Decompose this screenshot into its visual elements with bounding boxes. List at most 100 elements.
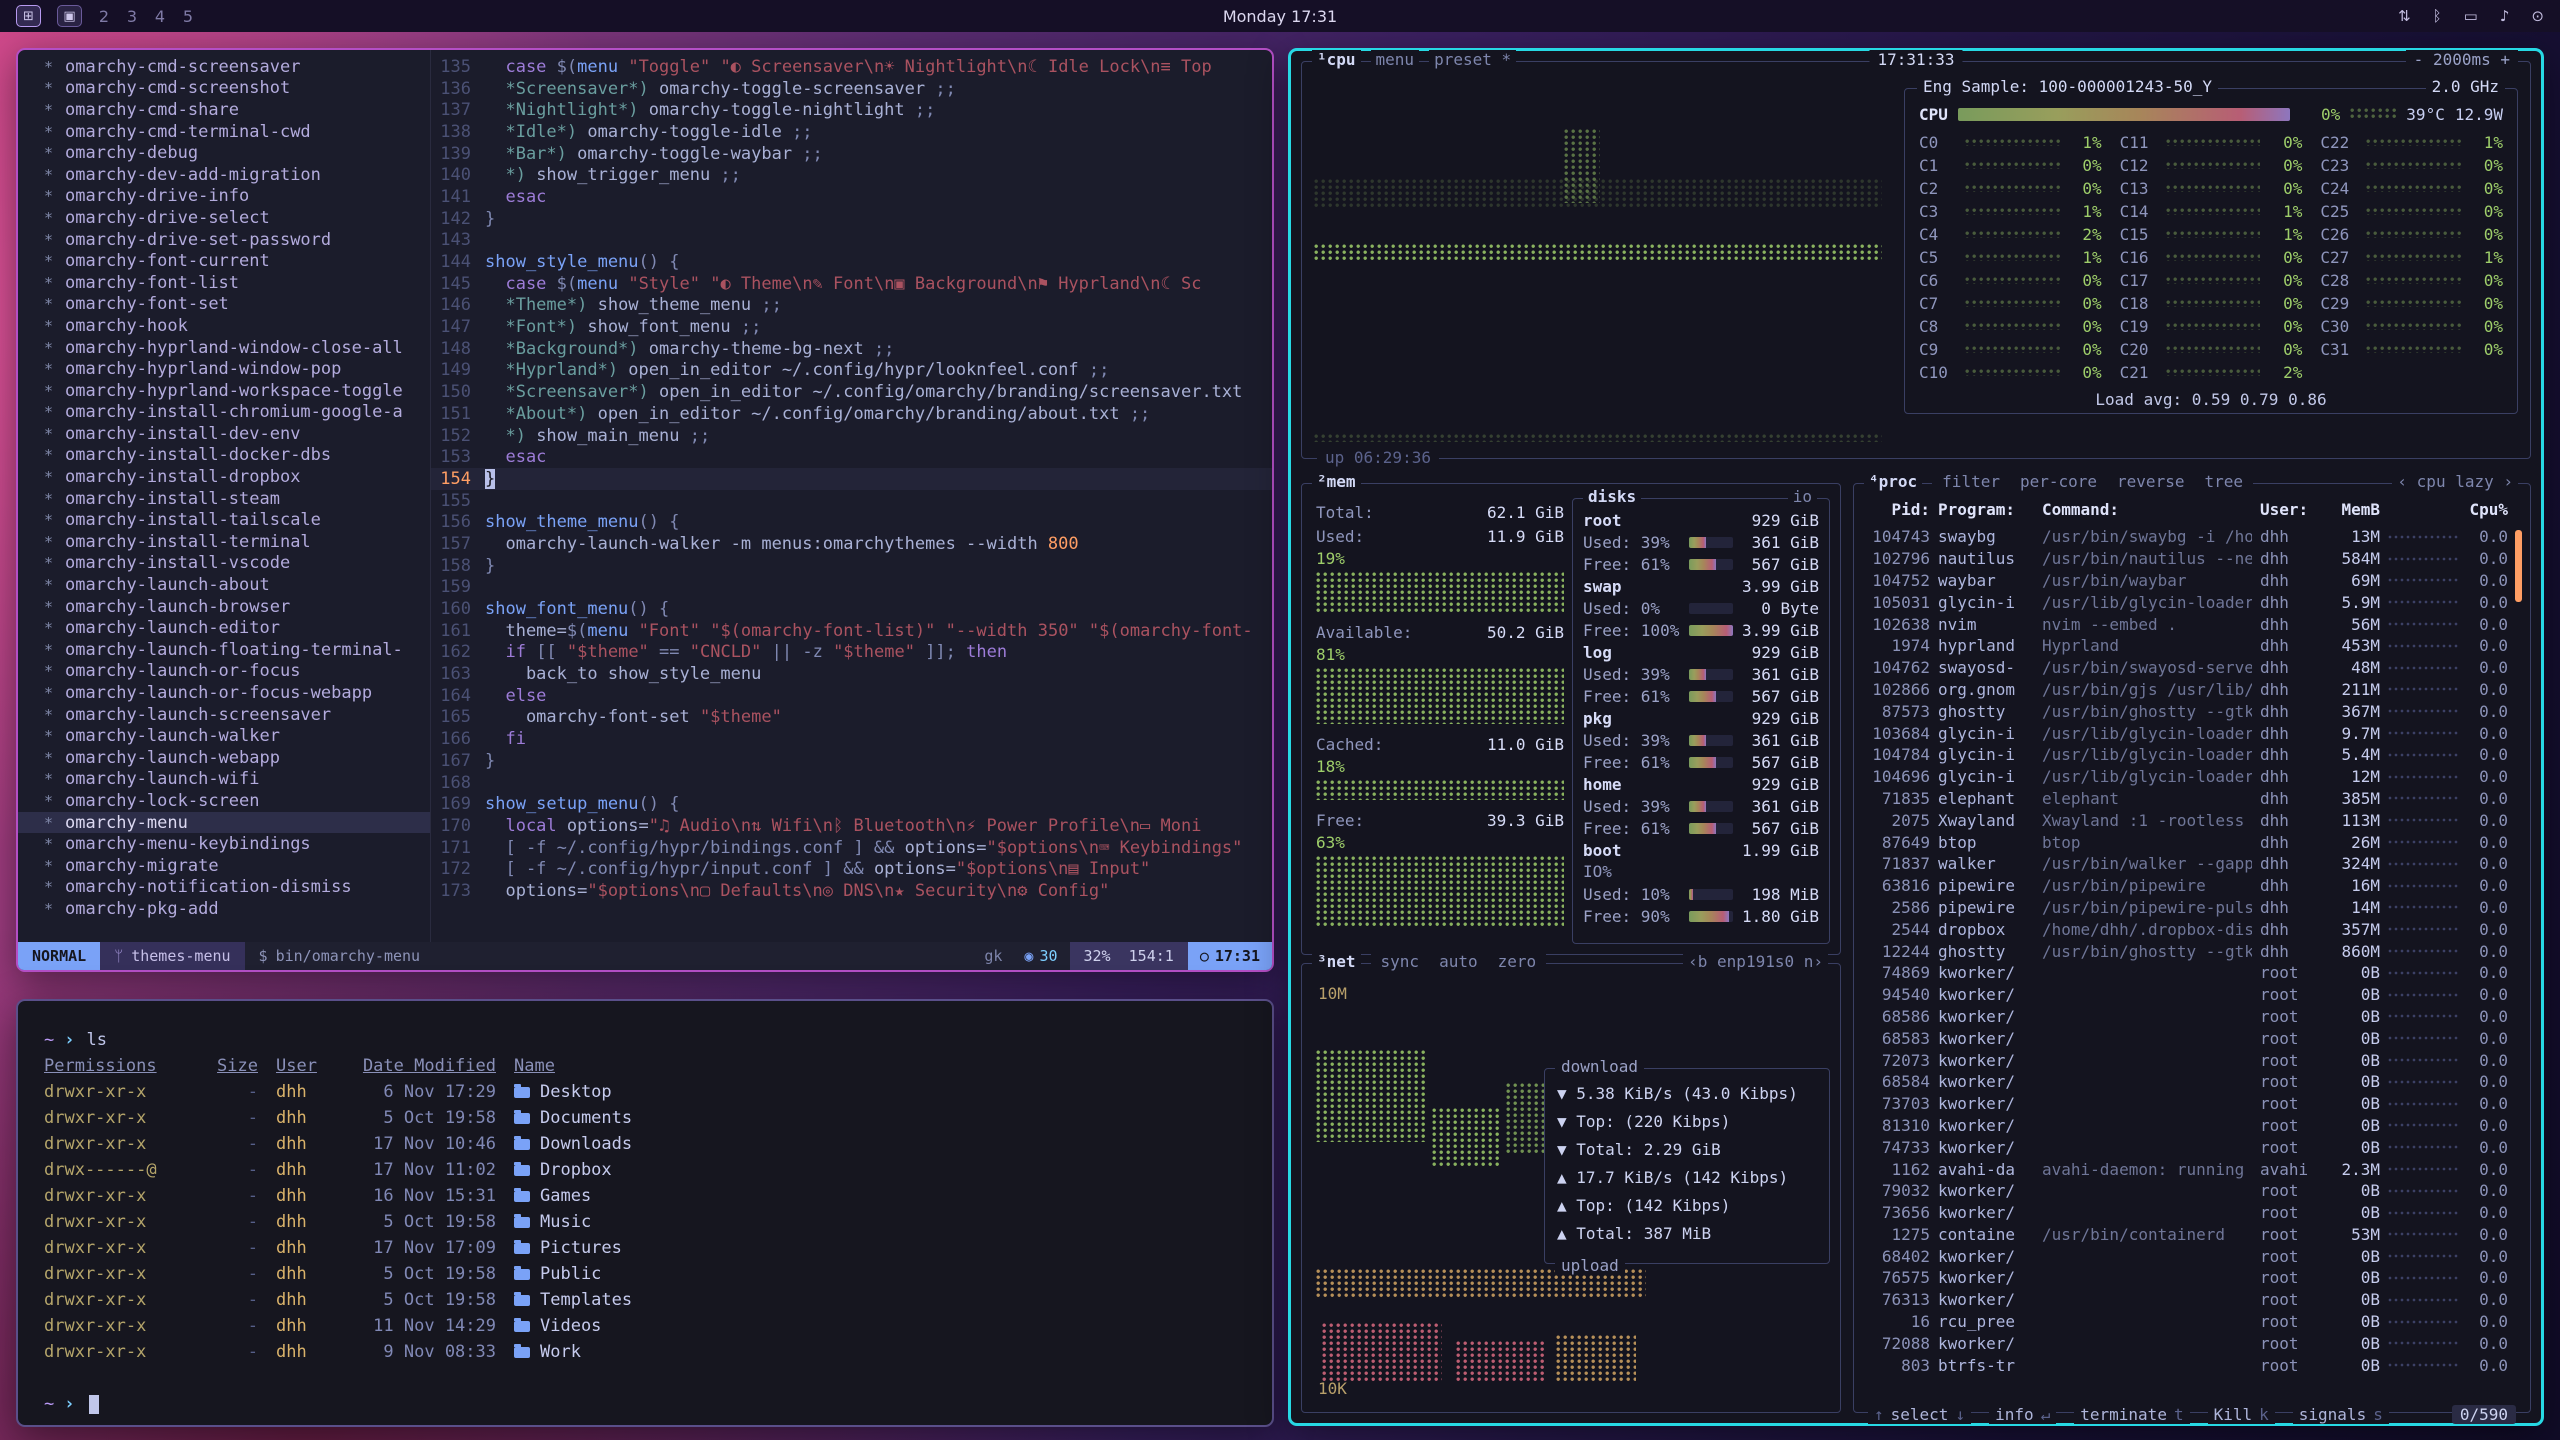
process-row[interactable]: 102866org.gnom/usr/bin/gjs /usr/lib/odhh… <box>1866 679 2508 701</box>
process-row[interactable]: 74869kworker/root0B0.0 <box>1866 962 2508 984</box>
code-line[interactable]: 167} <box>431 750 1272 772</box>
file-item[interactable]: *omarchy-cmd-terminal-cwd <box>18 121 430 143</box>
code-line[interactable]: 168 <box>431 772 1272 794</box>
process-row[interactable]: 72073kworker/root0B0.0 <box>1866 1049 2508 1071</box>
code-line[interactable]: 153 esac <box>431 446 1272 468</box>
file-item[interactable]: *omarchy-drive-set-password <box>18 229 430 251</box>
code-line[interactable]: 165 omarchy-font-set "$theme" <box>431 707 1272 729</box>
code-line[interactable]: 163 back_to show_style_menu <box>431 663 1272 685</box>
file-item[interactable]: *omarchy-cmd-screensaver <box>18 56 430 78</box>
proc-info-button[interactable]: info↵ <box>1989 1405 2056 1424</box>
code-line[interactable]: 157 omarchy-launch-walker -m menus:omarc… <box>431 533 1272 555</box>
process-row[interactable]: 2075XwaylandXwayland :1 -rootless -dhh11… <box>1866 809 2508 831</box>
process-row[interactable]: 73703kworker/root0B0.0 <box>1866 1093 2508 1115</box>
code-line[interactable]: 152 *) show_main_menu ;; <box>431 425 1272 447</box>
file-item[interactable]: *omarchy-dev-add-migration <box>18 164 430 186</box>
volume-icon[interactable]: ♪ <box>2500 7 2510 25</box>
process-row[interactable]: 68583kworker/root0B0.0 <box>1866 1027 2508 1049</box>
code-editor[interactable]: 135 case $(menu "Toggle" "◐ Screensaver\… <box>431 50 1272 942</box>
process-row[interactable]: 1162avahi-daavahi-daemon: running [avahi… <box>1866 1158 2508 1180</box>
process-row[interactable]: 79032kworker/root0B0.0 <box>1866 1180 2508 1202</box>
process-row[interactable]: 76575kworker/root0B0.0 <box>1866 1267 2508 1289</box>
process-row[interactable]: 71835elephantelephantdhh385M0.0 <box>1866 788 2508 810</box>
file-item[interactable]: *omarchy-install-tailscale <box>18 509 430 531</box>
process-row[interactable]: 104784glycin-i/usr/lib/glycin-loadersdhh… <box>1866 744 2508 766</box>
process-row[interactable]: 803btrfs-trroot0B0.0 <box>1866 1354 2508 1376</box>
file-item[interactable]: *omarchy-hyprland-window-pop <box>18 358 430 380</box>
process-row[interactable]: 104762swayosd-/usr/bin/swayosd-serverdhh… <box>1866 657 2508 679</box>
file-item[interactable]: *omarchy-install-dev-env <box>18 423 430 445</box>
code-line[interactable]: 144show_style_menu() { <box>431 251 1272 273</box>
process-row[interactable]: 104696glycin-i/usr/lib/glycin-loadersdhh… <box>1866 766 2508 788</box>
file-explorer[interactable]: *omarchy-cmd-screensaver*omarchy-cmd-scr… <box>18 50 430 942</box>
process-row[interactable]: 87649btopbtopdhh26M0.0 <box>1866 831 2508 853</box>
proc-sort-mode[interactable]: ‹ cpu lazy › <box>2392 472 2518 491</box>
process-row[interactable]: 16rcu_preeroot0B0.0 <box>1866 1311 2508 1333</box>
file-item[interactable]: *omarchy-hook <box>18 315 430 337</box>
file-item[interactable]: *omarchy-cmd-share <box>18 99 430 121</box>
process-row[interactable]: 72088kworker/root0B0.0 <box>1866 1332 2508 1354</box>
file-item[interactable]: *omarchy-launch-editor <box>18 617 430 639</box>
process-row[interactable]: 12244ghostty/usr/bin/ghostty --gtk-dhh86… <box>1866 940 2508 962</box>
code-line[interactable]: 148 *Background*) omarchy-theme-bg-next … <box>431 338 1272 360</box>
code-line[interactable]: 160show_font_menu() { <box>431 598 1272 620</box>
code-line[interactable]: 158} <box>431 555 1272 577</box>
file-item[interactable]: *omarchy-launch-screensaver <box>18 704 430 726</box>
proc-per-core-button[interactable]: per-core <box>2015 472 2102 491</box>
proc-sort-user[interactable]: User: <box>2260 500 2316 519</box>
proc-tree-button[interactable]: tree <box>2199 472 2248 491</box>
proc-sort-command[interactable]: Command: <box>2042 500 2252 519</box>
code-line[interactable]: 140 *) show_trigger_menu ;; <box>431 164 1272 186</box>
file-item[interactable]: *omarchy-launch-about <box>18 574 430 596</box>
file-item[interactable]: *omarchy-launch-wifi <box>18 769 430 791</box>
update-interval[interactable]: - 2000ms + <box>2406 50 2518 69</box>
file-item[interactable]: *omarchy-launch-walker <box>18 725 430 747</box>
file-item[interactable]: *omarchy-font-set <box>18 294 430 316</box>
workspace-2[interactable]: 2 <box>98 7 110 26</box>
process-row[interactable]: 87573ghostty/usr/bin/ghostty --gtk-dhh36… <box>1866 700 2508 722</box>
code-line[interactable]: 147 *Font*) show_font_menu ;; <box>431 316 1272 338</box>
process-row[interactable]: 81310kworker/root0B0.0 <box>1866 1115 2508 1137</box>
code-line[interactable]: 154} <box>431 468 1272 490</box>
proc-scrollbar-thumb[interactable] <box>2515 530 2522 602</box>
process-row[interactable]: 68402kworker/root0B0.0 <box>1866 1245 2508 1267</box>
display-icon[interactable]: ▭ <box>2464 7 2478 25</box>
process-row[interactable]: 76313kworker/root0B0.0 <box>1866 1289 2508 1311</box>
menu-button[interactable]: menu <box>1371 50 1420 69</box>
code-line[interactable]: 156show_theme_menu() { <box>431 511 1272 533</box>
code-line[interactable]: 173 options="$options\n▢ Defaults\n◎ DNS… <box>431 880 1272 902</box>
code-line[interactable]: 145 case $(menu "Style" "◐ Theme\n✎ Font… <box>431 273 1272 295</box>
net-auto-button[interactable]: auto <box>1434 952 1483 971</box>
process-row[interactable]: 103684glycin-i/usr/lib/glycin-loadersdhh… <box>1866 722 2508 744</box>
code-line[interactable]: 150 *Screensaver*) open_in_editor ~/.con… <box>431 381 1272 403</box>
file-item[interactable]: *omarchy-menu-keybindings <box>18 833 430 855</box>
process-row[interactable]: 102638nvimnvim --embed .dhh56M0.0 <box>1866 613 2508 635</box>
code-line[interactable]: 137 *Nightlight*) omarchy-toggle-nightli… <box>431 99 1272 121</box>
file-item[interactable]: *omarchy-debug <box>18 142 430 164</box>
file-item[interactable]: *omarchy-lock-screen <box>18 790 430 812</box>
process-row[interactable]: 1974hyprlandHyprlanddhh453M0.0 <box>1866 635 2508 657</box>
proc-select-button[interactable]: ↑select↓ <box>1868 1405 1971 1424</box>
process-row[interactable]: 102796nautilus/usr/bin/nautilus --newdhh… <box>1866 548 2508 570</box>
power-icon[interactable]: ⊙ <box>2531 7 2544 25</box>
proc-sort-pid[interactable]: Pid: <box>1866 500 1930 519</box>
process-row[interactable]: 73656kworker/root0B0.0 <box>1866 1202 2508 1224</box>
process-row[interactable]: 68586kworker/root0B0.0 <box>1866 1006 2508 1028</box>
workspace-tile[interactable]: ⊞ <box>16 5 41 27</box>
file-item[interactable]: *omarchy-drive-info <box>18 186 430 208</box>
process-row[interactable]: 94540kworker/root0B0.0 <box>1866 984 2508 1006</box>
code-line[interactable]: 142} <box>431 208 1272 230</box>
code-line[interactable]: 166 fi <box>431 728 1272 750</box>
file-item[interactable]: *omarchy-launch-or-focus-webapp <box>18 682 430 704</box>
file-item[interactable]: *omarchy-drive-select <box>18 207 430 229</box>
code-line[interactable]: 162 if [[ "$theme" == "CNCLD" || -z "$th… <box>431 642 1272 664</box>
file-item[interactable]: *omarchy-launch-webapp <box>18 747 430 769</box>
code-line[interactable]: 138 *Idle*) omarchy-toggle-idle ;; <box>431 121 1272 143</box>
proc-terminate-button[interactable]: terminatet <box>2074 1405 2189 1424</box>
code-line[interactable]: 170 local options="♫ Audio\n⇅ Wifi\nᛒ Bl… <box>431 815 1272 837</box>
file-item[interactable]: *omarchy-launch-or-focus <box>18 661 430 683</box>
process-row[interactable]: 71837walker/usr/bin/walker --gappldhh324… <box>1866 853 2508 875</box>
code-line[interactable]: 172 [ -f ~/.config/hypr/input.conf ] && … <box>431 858 1272 880</box>
process-row[interactable]: 68584kworker/root0B0.0 <box>1866 1071 2508 1093</box>
proc-filter-button[interactable]: filter <box>1937 472 2005 491</box>
